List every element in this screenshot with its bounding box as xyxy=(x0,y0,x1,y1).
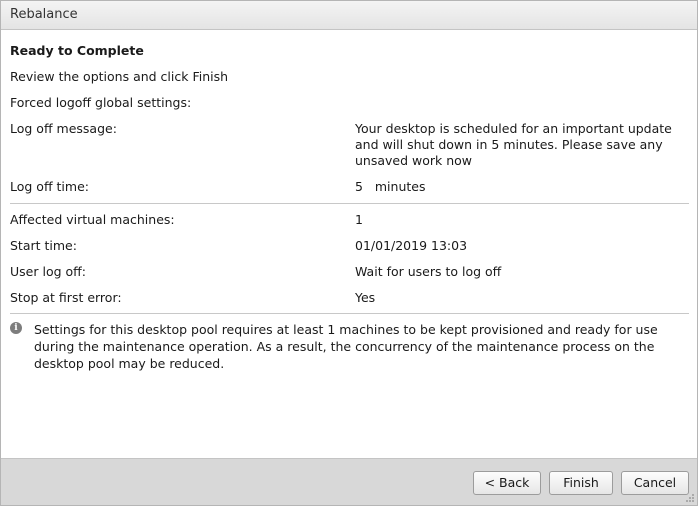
summary-panel: Ready to Complete Review the options and… xyxy=(1,31,697,457)
forced-logoff-heading: Forced logoff global settings: xyxy=(10,95,192,110)
affected-vms-value: 1 xyxy=(355,212,363,227)
affected-vms-label: Affected virtual machines: xyxy=(10,212,175,227)
back-button[interactable]: < Back xyxy=(473,471,541,495)
info-text: Settings for this desktop pool requires … xyxy=(34,322,658,371)
intro-text: Review the options and click Finish xyxy=(10,69,229,84)
logoff-message-label: Log off message: xyxy=(10,121,117,136)
button-bar: < Back Finish Cancel xyxy=(1,458,697,505)
dialog-title: Rebalance xyxy=(10,7,78,22)
start-time-value: 01/01/2019 13:03 xyxy=(355,238,468,253)
logoff-message-value: Your desktop is scheduled for an importa… xyxy=(355,121,672,168)
logoff-time-value: 5 minutes xyxy=(355,179,426,194)
user-logoff-value: Wait for users to log off xyxy=(355,264,502,279)
page-heading: Ready to Complete xyxy=(10,43,144,58)
section-divider xyxy=(10,203,689,204)
rebalance-dialog: Rebalance Ready to Complete Review the o… xyxy=(0,0,698,506)
logoff-time-label: Log off time: xyxy=(10,179,89,194)
user-logoff-label: User log off: xyxy=(10,264,86,279)
resize-grip-icon[interactable] xyxy=(685,493,695,503)
section-divider xyxy=(10,313,689,314)
start-time-label: Start time: xyxy=(10,238,77,253)
finish-button[interactable]: Finish xyxy=(549,471,613,495)
stop-at-error-value: Yes xyxy=(355,290,376,305)
stop-at-error-label: Stop at first error: xyxy=(10,290,122,305)
title-bar[interactable]: Rebalance xyxy=(1,1,697,30)
cancel-button[interactable]: Cancel xyxy=(621,471,689,495)
info-icon: i xyxy=(10,322,22,334)
